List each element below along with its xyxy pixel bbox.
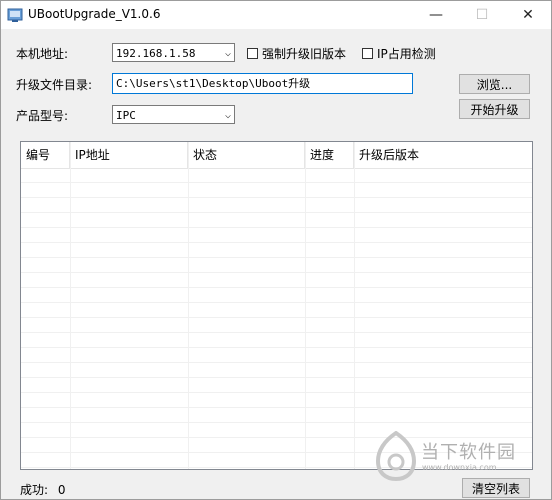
close-button[interactable]: ✕ xyxy=(505,1,551,29)
local-address-select[interactable]: 192.168.1.58 ⌵ xyxy=(112,43,235,62)
watermark-url: www.downxia.com xyxy=(422,463,497,472)
table-row xyxy=(21,408,532,423)
table-row xyxy=(21,363,532,378)
minimize-button[interactable]: — xyxy=(413,1,459,29)
table-row xyxy=(21,273,532,288)
table-row xyxy=(21,423,532,438)
start-upgrade-button[interactable]: 开始升级 xyxy=(459,99,530,119)
product-model-value: IPC xyxy=(116,109,136,122)
table-row xyxy=(21,168,532,183)
table-row xyxy=(21,288,532,303)
table-header: 编号 IP地址 状态 进度 升级后版本 xyxy=(21,142,532,169)
table-row xyxy=(21,258,532,273)
table-row xyxy=(21,243,532,258)
table-row xyxy=(21,228,532,243)
table-row xyxy=(21,303,532,318)
success-count: 成功: 0 xyxy=(20,481,66,498)
logo-icon xyxy=(375,430,417,482)
title-bar[interactable]: UBootUpgrade_V1.0.6 — ☐ ✕ xyxy=(1,1,551,29)
force-upgrade-label: 强制升级旧版本 xyxy=(262,47,347,61)
device-list-table[interactable]: 编号 IP地址 状态 进度 升级后版本 xyxy=(20,141,533,470)
chevron-down-icon: ⌵ xyxy=(224,110,231,121)
local-address-value: 192.168.1.58 xyxy=(116,47,196,60)
table-row xyxy=(21,198,532,213)
window-title: UBootUpgrade_V1.0.6 xyxy=(28,7,161,21)
table-row xyxy=(21,213,532,228)
column-header-version[interactable]: 升级后版本 xyxy=(354,142,532,168)
success-label: 成功: xyxy=(20,483,49,497)
maximize-button[interactable]: ☐ xyxy=(459,1,505,29)
column-header-progress[interactable]: 进度 xyxy=(305,142,354,168)
upgrade-dir-input[interactable]: C:\Users\st1\Desktop\Uboot升级 xyxy=(112,73,413,94)
ip-check-label: IP占用检测 xyxy=(377,47,436,61)
product-model-label: 产品型号: xyxy=(16,109,69,123)
checkbox-box[interactable] xyxy=(362,48,373,59)
browse-button[interactable]: 浏览... xyxy=(459,74,530,94)
watermark-text: 当下软件园 xyxy=(421,442,516,463)
table-row xyxy=(21,378,532,393)
table-row xyxy=(21,333,532,348)
table-row xyxy=(21,393,532,408)
success-count-value: 0 xyxy=(57,483,66,497)
upgrade-dir-label: 升级文件目录: xyxy=(16,78,93,92)
force-upgrade-checkbox[interactable]: 强制升级旧版本 xyxy=(247,45,346,62)
ip-check-checkbox[interactable]: IP占用检测 xyxy=(362,45,436,62)
chevron-down-icon: ⌵ xyxy=(224,48,231,59)
column-header-ip[interactable]: IP地址 xyxy=(70,142,188,168)
product-model-select[interactable]: IPC ⌵ xyxy=(112,105,235,124)
watermark: 当下软件园 www.downxia.com xyxy=(374,430,515,484)
local-address-label: 本机地址: xyxy=(16,47,69,61)
column-header-number[interactable]: 编号 xyxy=(21,142,70,168)
column-header-status[interactable]: 状态 xyxy=(188,142,305,168)
checkbox-box[interactable] xyxy=(247,48,258,59)
table-row xyxy=(21,348,532,363)
clear-list-button[interactable]: 清空列表 xyxy=(462,478,530,498)
table-row xyxy=(21,318,532,333)
table-row xyxy=(21,183,532,198)
app-icon xyxy=(7,8,23,22)
app-window: UBootUpgrade_V1.0.6 — ☐ ✕ 本机地址: 192.168.… xyxy=(0,0,552,500)
